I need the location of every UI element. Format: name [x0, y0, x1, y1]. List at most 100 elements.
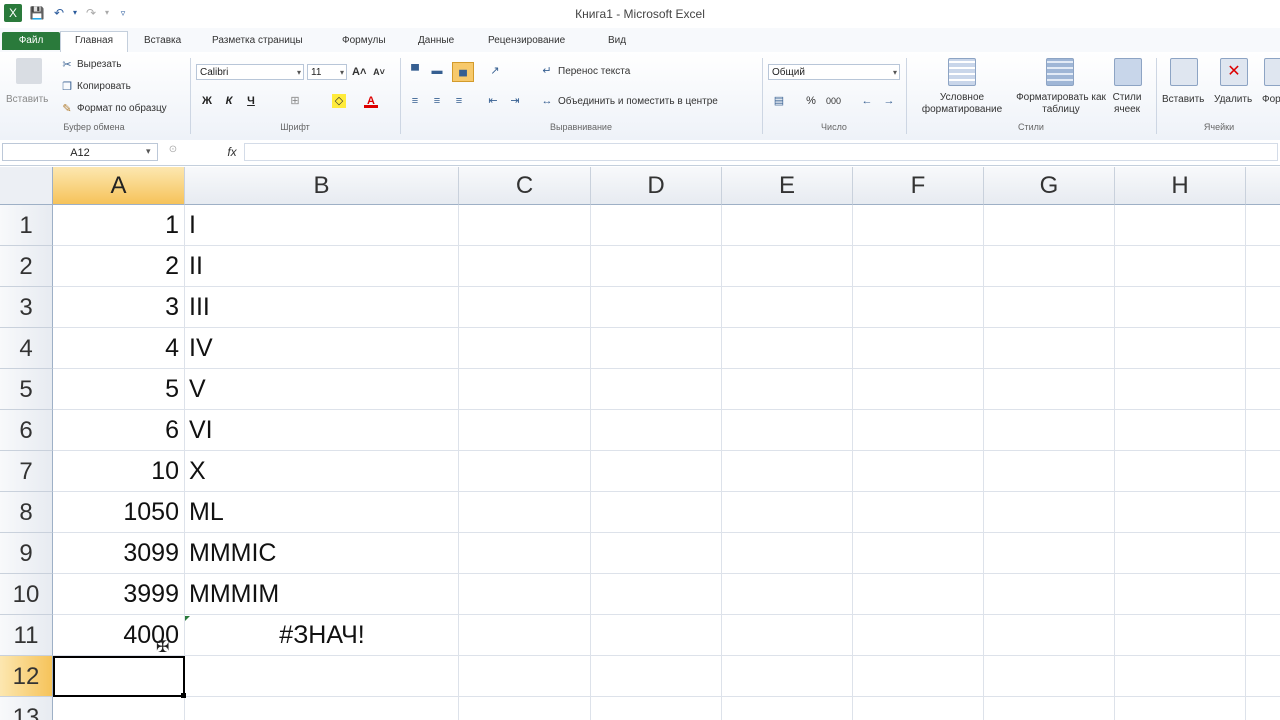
font-name-select[interactable]: Calibri ▾ — [196, 64, 304, 80]
cell-b1[interactable]: I — [189, 205, 449, 246]
column-header-next[interactable] — [1246, 167, 1280, 205]
row-header-1[interactable]: 1 — [0, 205, 53, 246]
tab-home[interactable]: Главная — [60, 31, 128, 53]
cell-b9[interactable]: MMMIC — [189, 533, 449, 574]
cell-a10[interactable]: 3999 — [53, 574, 179, 615]
wrap-text-button[interactable]: Перенос текста — [558, 66, 630, 77]
cell-b13[interactable] — [189, 697, 449, 720]
insert-function-button[interactable]: fx — [222, 143, 242, 161]
cut-button[interactable]: Вырезать — [77, 59, 121, 70]
expand-handle-icon[interactable]: ⊙ — [164, 144, 182, 160]
active-cell-selection[interactable] — [53, 656, 185, 697]
column-header-c[interactable]: C — [459, 167, 591, 205]
paste-icon[interactable] — [16, 58, 42, 84]
copy-icon[interactable]: ❐ — [60, 80, 74, 94]
cell-a1[interactable]: 1 — [53, 205, 179, 246]
row-header-3[interactable]: 3 — [0, 287, 53, 328]
italic-button[interactable]: К — [222, 94, 236, 108]
row-header-5[interactable]: 5 — [0, 369, 53, 410]
column-header-h[interactable]: H — [1115, 167, 1246, 205]
underline-button[interactable]: Ч — [244, 94, 258, 108]
cell-a7[interactable]: 10 — [53, 451, 179, 492]
cell-a4[interactable]: 4 — [53, 328, 179, 369]
format-as-table-icon[interactable] — [1046, 58, 1074, 86]
delete-cells-icon[interactable]: ✕ — [1220, 58, 1248, 86]
column-header-f[interactable]: F — [853, 167, 984, 205]
cell-a5[interactable]: 5 — [53, 369, 179, 410]
tab-insert[interactable]: Вставка — [140, 32, 185, 50]
conditional-formatting-button[interactable]: Условное форматирование — [912, 92, 1012, 116]
row-header-4[interactable]: 4 — [0, 328, 53, 369]
merge-center-icon[interactable]: ↔ — [540, 94, 554, 108]
name-box[interactable]: A12 — [2, 143, 158, 161]
tab-formulas[interactable]: Формулы — [338, 32, 390, 50]
copy-button[interactable]: Копировать — [77, 81, 131, 92]
cell-a2[interactable]: 2 — [53, 246, 179, 287]
insert-cells-button[interactable]: Вставить — [1162, 94, 1204, 105]
cell-a9[interactable]: 3099 — [53, 533, 179, 574]
align-bottom-icon[interactable]: ▄ — [452, 62, 474, 82]
thousands-button[interactable]: 000 — [826, 96, 841, 106]
cell-b3[interactable]: III — [189, 287, 449, 328]
cell-b10[interactable]: MMMIM — [189, 574, 449, 615]
tab-review[interactable]: Рецензирование — [484, 32, 569, 50]
align-right-icon[interactable]: ≡ — [452, 94, 466, 108]
conditional-formatting-icon[interactable] — [948, 58, 976, 86]
cut-icon[interactable]: ✂ — [60, 58, 74, 72]
tab-view[interactable]: Вид — [604, 32, 630, 50]
font-size-select[interactable]: 11 ▾ — [307, 64, 347, 80]
fill-color-icon[interactable]: ◇ — [332, 94, 346, 108]
format-painter-button[interactable]: Формат по образцу — [77, 103, 167, 114]
row-header-12[interactable]: 12 — [0, 656, 53, 697]
row-header-6[interactable]: 6 — [0, 410, 53, 451]
format-cells-button[interactable]: Фор — [1262, 94, 1280, 105]
cell-a13[interactable] — [53, 697, 179, 720]
decrease-decimal-icon[interactable]: → — [882, 94, 896, 108]
cell-b2[interactable]: II — [189, 246, 449, 287]
decrease-indent-icon[interactable]: ⇤ — [486, 94, 500, 108]
column-header-e[interactable]: E — [722, 167, 853, 205]
cell-b5[interactable]: V — [189, 369, 449, 410]
increase-decimal-icon[interactable]: ← — [860, 94, 874, 108]
format-as-table-button[interactable]: Форматировать как таблицу — [1016, 92, 1106, 116]
borders-icon[interactable]: ⊞ — [288, 94, 302, 108]
cell-a6[interactable]: 6 — [53, 410, 179, 451]
format-cells-icon[interactable] — [1264, 58, 1280, 86]
row-header-8[interactable]: 8 — [0, 492, 53, 533]
row-header-2[interactable]: 2 — [0, 246, 53, 287]
align-center-icon[interactable]: ≡ — [430, 94, 444, 108]
cell-b7[interactable]: X — [189, 451, 449, 492]
format-painter-icon[interactable]: ✎ — [60, 102, 74, 116]
currency-icon[interactable]: ▤ — [772, 94, 786, 108]
row-header-11[interactable]: 11 — [0, 615, 53, 656]
cell-b6[interactable]: VI — [189, 410, 449, 451]
cell-b11[interactable]: #ЗНАЧ! — [185, 615, 459, 656]
orientation-icon[interactable]: ↗ — [488, 64, 502, 78]
wrap-text-icon[interactable]: ↵ — [540, 64, 554, 78]
cell-b4[interactable]: IV — [189, 328, 449, 369]
tab-page-layout[interactable]: Разметка страницы — [208, 32, 307, 50]
align-left-icon[interactable]: ≡ — [408, 94, 422, 108]
cell-b12[interactable] — [189, 656, 449, 697]
column-header-g[interactable]: G — [984, 167, 1115, 205]
paste-button[interactable]: Вставить — [6, 94, 48, 105]
row-header-10[interactable]: 10 — [0, 574, 53, 615]
row-header-7[interactable]: 7 — [0, 451, 53, 492]
fill-handle[interactable] — [181, 693, 186, 698]
column-header-b[interactable]: B — [185, 167, 459, 205]
bold-button[interactable]: Ж — [200, 94, 214, 108]
cell-a8[interactable]: 1050 — [53, 492, 179, 533]
row-header-13[interactable]: 13 — [0, 697, 53, 720]
select-all-corner[interactable] — [0, 167, 53, 205]
chevron-down-icon[interactable]: ▾ — [146, 146, 151, 157]
column-header-d[interactable]: D — [591, 167, 722, 205]
percent-button[interactable]: % — [804, 94, 818, 108]
shrink-font-icon[interactable]: A˅ — [372, 65, 386, 79]
column-header-a[interactable]: A — [53, 167, 185, 205]
merge-center-button[interactable]: Объединить и поместить в центре — [558, 96, 718, 107]
align-top-icon[interactable]: ▀ — [408, 64, 422, 78]
tab-data[interactable]: Данные — [414, 32, 458, 50]
formula-input[interactable] — [244, 143, 1278, 161]
cell-a3[interactable]: 3 — [53, 287, 179, 328]
tab-file[interactable]: Файл — [2, 32, 60, 50]
